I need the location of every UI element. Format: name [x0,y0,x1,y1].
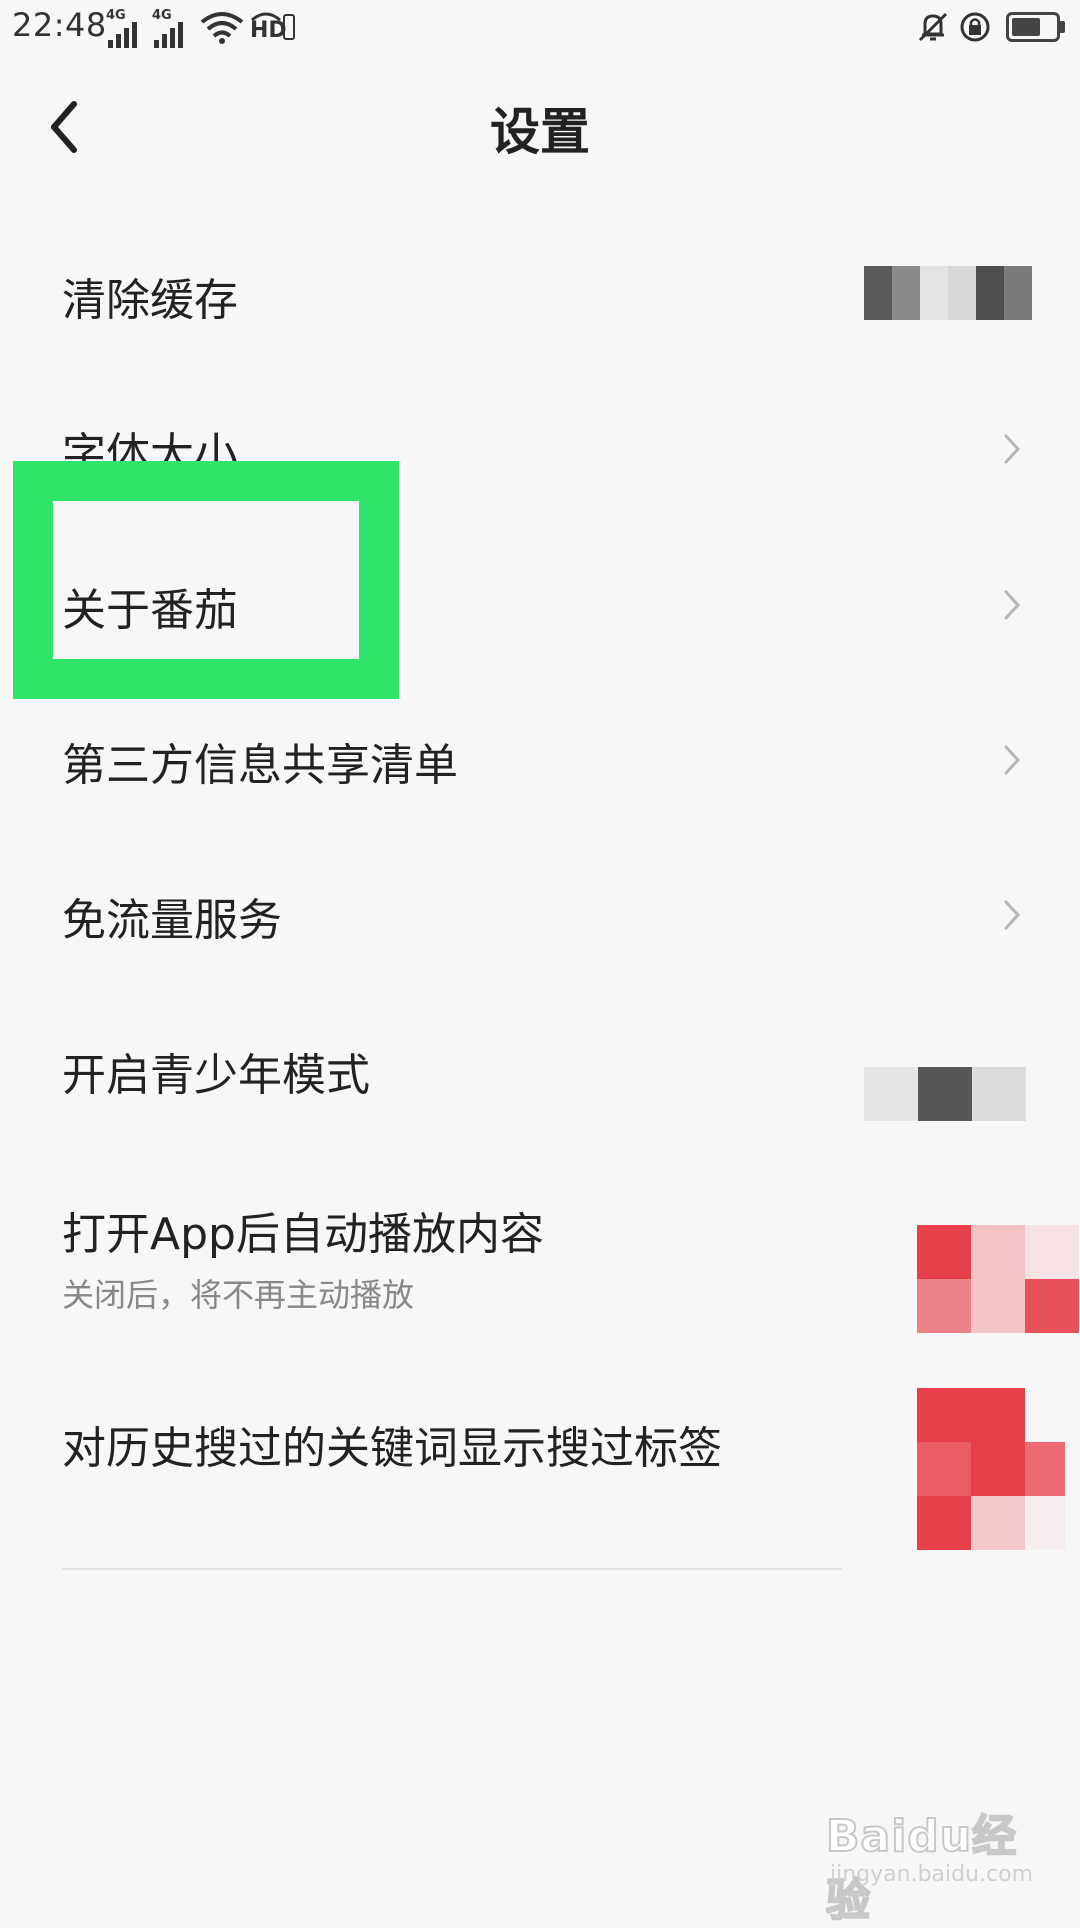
status-bar: 22:48 4G 4G HD [0,0,1080,56]
chevron-right-icon [1004,745,1021,775]
search-tag-toggle[interactable] [917,1388,1065,1550]
title-bar: 设置 [0,70,1080,180]
settings-item-teen-mode[interactable]: 开启青少年模式 [0,995,1080,1145]
teen-mode-toggle[interactable] [864,1067,1026,1121]
page-title: 设置 [490,103,590,161]
settings-item-search-tag[interactable]: 对历史搜过的关键词显示搜过标签 [0,1360,1080,1560]
settings-item-third-party-list[interactable]: 第三方信息共享清单 [0,685,1080,835]
settings-item-autoplay[interactable]: 打开App后自动播放内容 关闭后，将不再主动播放 [0,1150,1080,1333]
settings-item-clear-cache[interactable]: 清除缓存 [0,220,1080,370]
autoplay-toggle[interactable] [917,1225,1079,1333]
cache-size-value [864,266,1032,320]
list-divider [62,1568,842,1570]
rotation-lock-icon [960,12,990,42]
settings-item-label: 开启青少年模式 [62,1050,370,1101]
settings-item-sublabel: 关闭后，将不再主动播放 [62,1276,415,1314]
settings-item-label: 免流量服务 [62,895,282,946]
chevron-right-icon [1004,434,1021,464]
hd-label: HD [250,18,287,43]
settings-item-data-free[interactable]: 免流量服务 [0,840,1080,990]
hd-icon: HD [250,8,296,44]
settings-item-label: 对历史搜过的关键词显示搜过标签 [62,1423,722,1474]
settings-item-label: 第三方信息共享清单 [62,740,458,791]
highlight-annotation-box [13,461,399,699]
chevron-right-icon [1004,590,1021,620]
settings-item-label: 打开App后自动播放内容 [62,1209,544,1260]
settings-item-label: 清除缓存 [62,275,238,326]
status-time: 22:48 [12,6,107,44]
chevron-right-icon [1004,900,1021,930]
wifi-icon [200,12,244,44]
watermark-url: jingyan.baidu.com [830,1862,1034,1887]
bell-muted-icon [918,12,948,42]
baidu-jingyan-watermark: Baidu经验 jingyan.baidu.com [825,1800,1033,1927]
battery-icon [1006,12,1065,42]
